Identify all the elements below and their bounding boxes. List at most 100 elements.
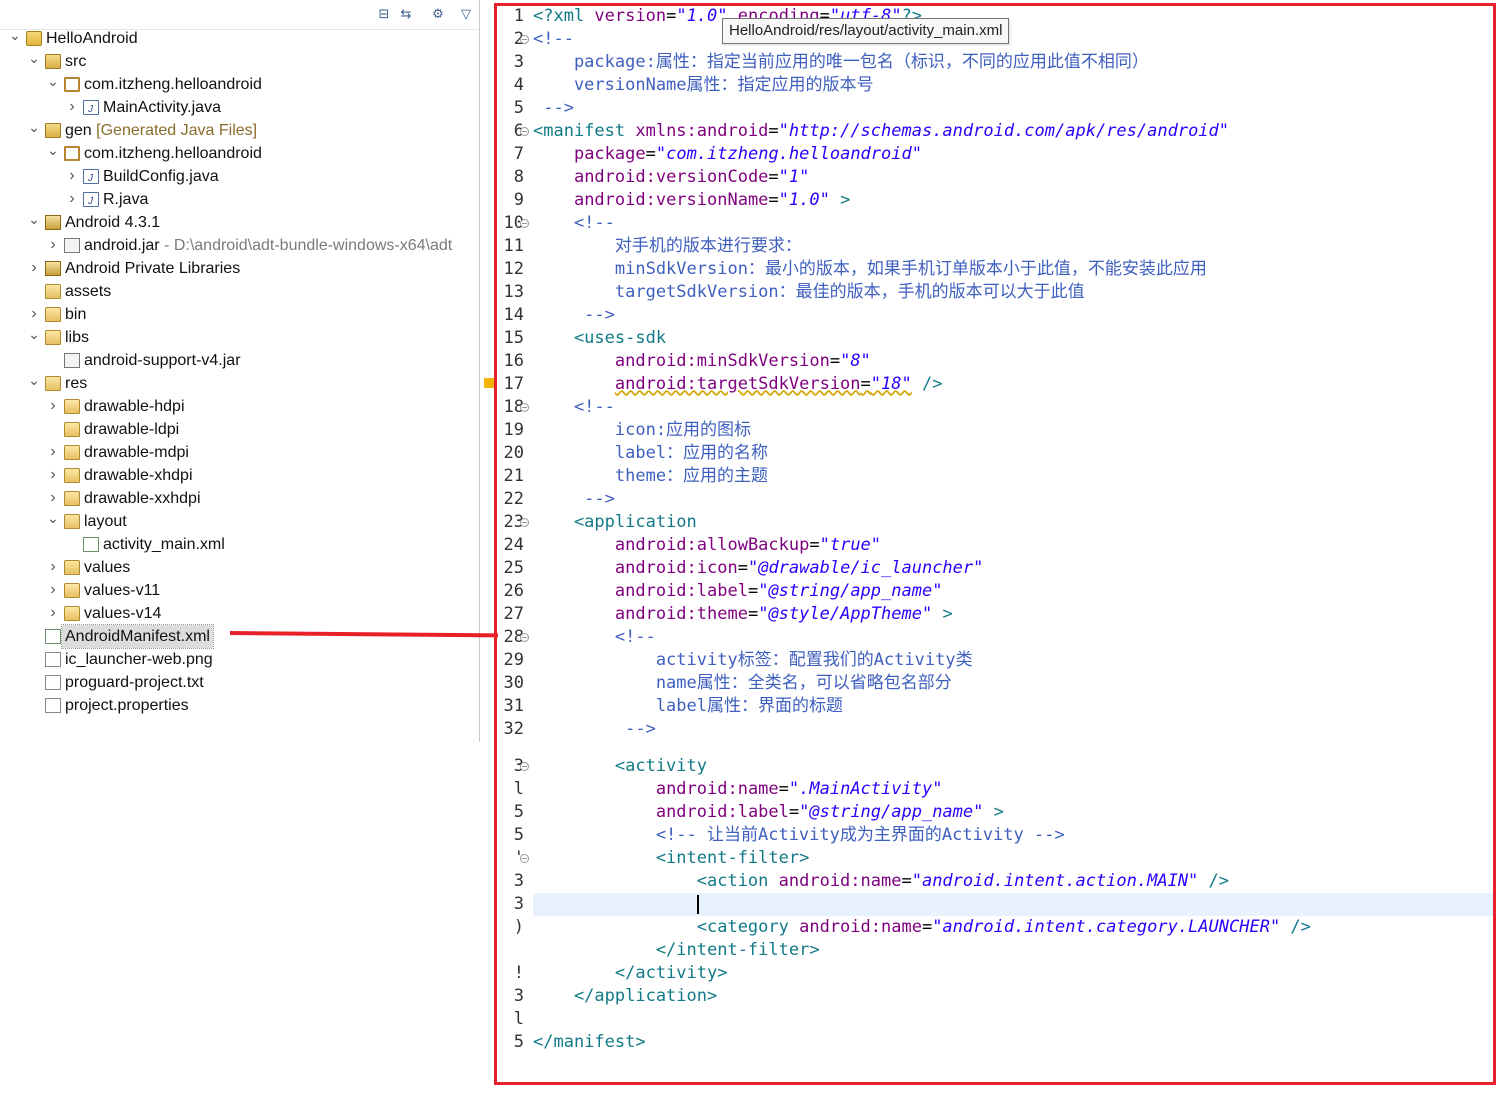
code-line[interactable]: android:versionCode="1" [533, 166, 809, 189]
srcfolder-icon [45, 54, 61, 69]
code-line[interactable]: name属性：全类名，可以省略包名部分 [533, 672, 952, 695]
code-line[interactable]: android:icon="@drawable/ic_launcher" [533, 557, 983, 580]
fold-toggle-icon[interactable]: − [520, 762, 529, 771]
expanded-chevron-icon[interactable]: ⌄ [27, 50, 41, 66]
expanded-chevron-icon[interactable]: ⌄ [46, 510, 60, 526]
folder-icon [45, 376, 61, 391]
code-line[interactable]: theme：应用的主题 [533, 465, 768, 488]
collapsed-chevron-icon[interactable]: › [27, 257, 41, 279]
code-line[interactable]: <!-- [533, 396, 615, 419]
code-line[interactable]: icon:应用的图标 [533, 419, 751, 442]
line-number: 24 [503, 535, 524, 555]
code-line[interactable]: --> [533, 488, 615, 511]
code-line[interactable]: <!-- [533, 28, 574, 51]
xml-editor[interactable]: 1 2−3 4 5 6−7 8 9 10−11 12 13 14 15 16 17 18−19 20 21 22 2… [484, 0, 1496, 1085]
fold-toggle-icon[interactable]: − [520, 35, 529, 44]
line-number: 1 [513, 6, 524, 26]
code-line[interactable]: <!-- [533, 212, 615, 235]
collapsed-chevron-icon[interactable]: › [65, 96, 79, 118]
code-line[interactable]: android:name=".MainActivity" [533, 778, 943, 801]
expanded-chevron-icon[interactable]: ⌄ [27, 326, 41, 342]
fold-toggle-icon[interactable]: − [520, 127, 529, 136]
fold-toggle-icon[interactable]: − [520, 403, 529, 412]
code-line[interactable]: android:minSdkVersion="8" [533, 350, 871, 373]
collapsed-chevron-icon[interactable]: › [46, 579, 60, 601]
warning-marker-icon[interactable] [484, 378, 494, 388]
folder-icon [64, 606, 80, 621]
code-line[interactable]: package="com.itzheng.helloandroid" [533, 143, 922, 166]
collapsed-chevron-icon[interactable]: › [46, 441, 60, 463]
code-line[interactable]: versionName属性：指定应用的版本号 [533, 74, 874, 97]
lib-icon [45, 261, 61, 276]
code-line[interactable]: --> [533, 718, 656, 741]
java-icon [83, 190, 99, 213]
code-line[interactable]: <intent-filter> [533, 847, 810, 870]
code-line[interactable]: android:allowBackup="true" [533, 534, 881, 557]
expanded-chevron-icon[interactable]: ⌄ [27, 372, 41, 388]
code-line[interactable]: </application> [533, 985, 717, 1008]
line-number: 21 [503, 466, 524, 486]
collapsed-chevron-icon[interactable]: › [65, 188, 79, 210]
link-with-editor-icon[interactable]: ⇆ [398, 7, 414, 23]
code-line[interactable]: </activity> [533, 962, 728, 985]
code-line[interactable]: targetSdkVersion：最佳的版本，手机的版本可以大于此值 [533, 281, 1085, 304]
code-token: = [645, 144, 656, 164]
code-line[interactable]: android:targetSdkVersion="18" /> [533, 373, 943, 396]
line-number: 30 [503, 673, 524, 693]
code-token: android:label [614, 581, 748, 601]
code-token: <!-- [533, 29, 574, 49]
fold-toggle-icon[interactable]: − [520, 518, 529, 527]
code-line[interactable]: </manifest> [533, 1031, 646, 1054]
line-number: 5 [513, 825, 524, 845]
code-line[interactable]: --> [533, 97, 574, 120]
code-line[interactable]: <manifest xmlns:android="http://schemas.… [533, 120, 1229, 143]
code-token: = [768, 190, 779, 210]
code-line[interactable] [533, 893, 1496, 916]
view-menu-chevron-icon[interactable]: ▽ [458, 7, 474, 23]
folder-icon [64, 468, 80, 483]
collapse-all-icon[interactable]: ⊟ [376, 7, 392, 23]
collapsed-chevron-icon[interactable]: › [46, 464, 60, 486]
code-line[interactable]: android:theme="@style/AppTheme" > [533, 603, 953, 626]
code-line[interactable]: </intent-filter> [533, 939, 820, 962]
tree-item-label: values-v11 [84, 582, 161, 599]
expanded-chevron-icon[interactable]: ⌄ [8, 27, 22, 43]
view-menu-gear-icon[interactable]: ⚙ [430, 7, 446, 23]
code-line[interactable]: minSdkVersion：最小的版本，如果手机订单版本小于此值，不能安装此应用 [533, 258, 1207, 281]
code-line[interactable]: <category android:name="android.intent.c… [533, 916, 1311, 939]
code-line[interactable]: <uses-sdk [533, 327, 666, 350]
code-line[interactable]: package:属性：指定当前应用的唯一包名（标识，不同的应用此值不相同） [533, 51, 1149, 74]
code-line[interactable]: android:label="@string/app_name" > [533, 801, 1004, 824]
code-token: <application [533, 512, 697, 532]
code-line[interactable]: <!-- [533, 626, 656, 649]
collapsed-chevron-icon[interactable]: › [65, 165, 79, 187]
code-line[interactable]: <action android:name="android.intent.act… [533, 870, 1229, 893]
code-line[interactable]: --> [533, 304, 615, 327]
expanded-chevron-icon[interactable]: ⌄ [27, 119, 41, 135]
collapsed-chevron-icon[interactable]: › [46, 602, 60, 624]
collapsed-chevron-icon[interactable]: › [46, 234, 60, 256]
collapsed-chevron-icon[interactable]: › [46, 487, 60, 509]
fold-toggle-icon[interactable]: − [520, 633, 529, 642]
code-line[interactable]: android:versionName="1.0" > [533, 189, 850, 212]
fold-toggle-icon[interactable]: − [520, 854, 529, 863]
code-token: </manifest> [533, 1032, 646, 1052]
code-line[interactable]: <application [533, 511, 697, 534]
code-line[interactable]: <!-- 让当前Activity成为主界面的Activity --> [533, 824, 1065, 847]
collapsed-chevron-icon[interactable]: › [46, 395, 60, 417]
code-line[interactable]: <activity [533, 755, 707, 778]
code-line[interactable]: android:label="@string/app_name" [533, 580, 943, 603]
fold-toggle-icon[interactable]: − [520, 219, 529, 228]
expanded-chevron-icon[interactable]: ⌄ [46, 142, 60, 158]
line-number: 15 [503, 328, 524, 348]
expanded-chevron-icon[interactable]: ⌄ [27, 211, 41, 227]
code-line[interactable]: 对手机的版本进行要求： [533, 235, 802, 258]
code-line[interactable]: activity标签：配置我们的Activity类 [533, 649, 973, 672]
expanded-chevron-icon[interactable]: ⌄ [46, 73, 60, 89]
collapsed-chevron-icon[interactable]: › [46, 556, 60, 578]
code-token: "1" [778, 167, 810, 187]
code-line[interactable]: label：应用的名称 [533, 442, 768, 465]
code-line[interactable]: label属性：界面的标题 [533, 695, 843, 718]
collapsed-chevron-icon[interactable]: › [27, 303, 41, 325]
